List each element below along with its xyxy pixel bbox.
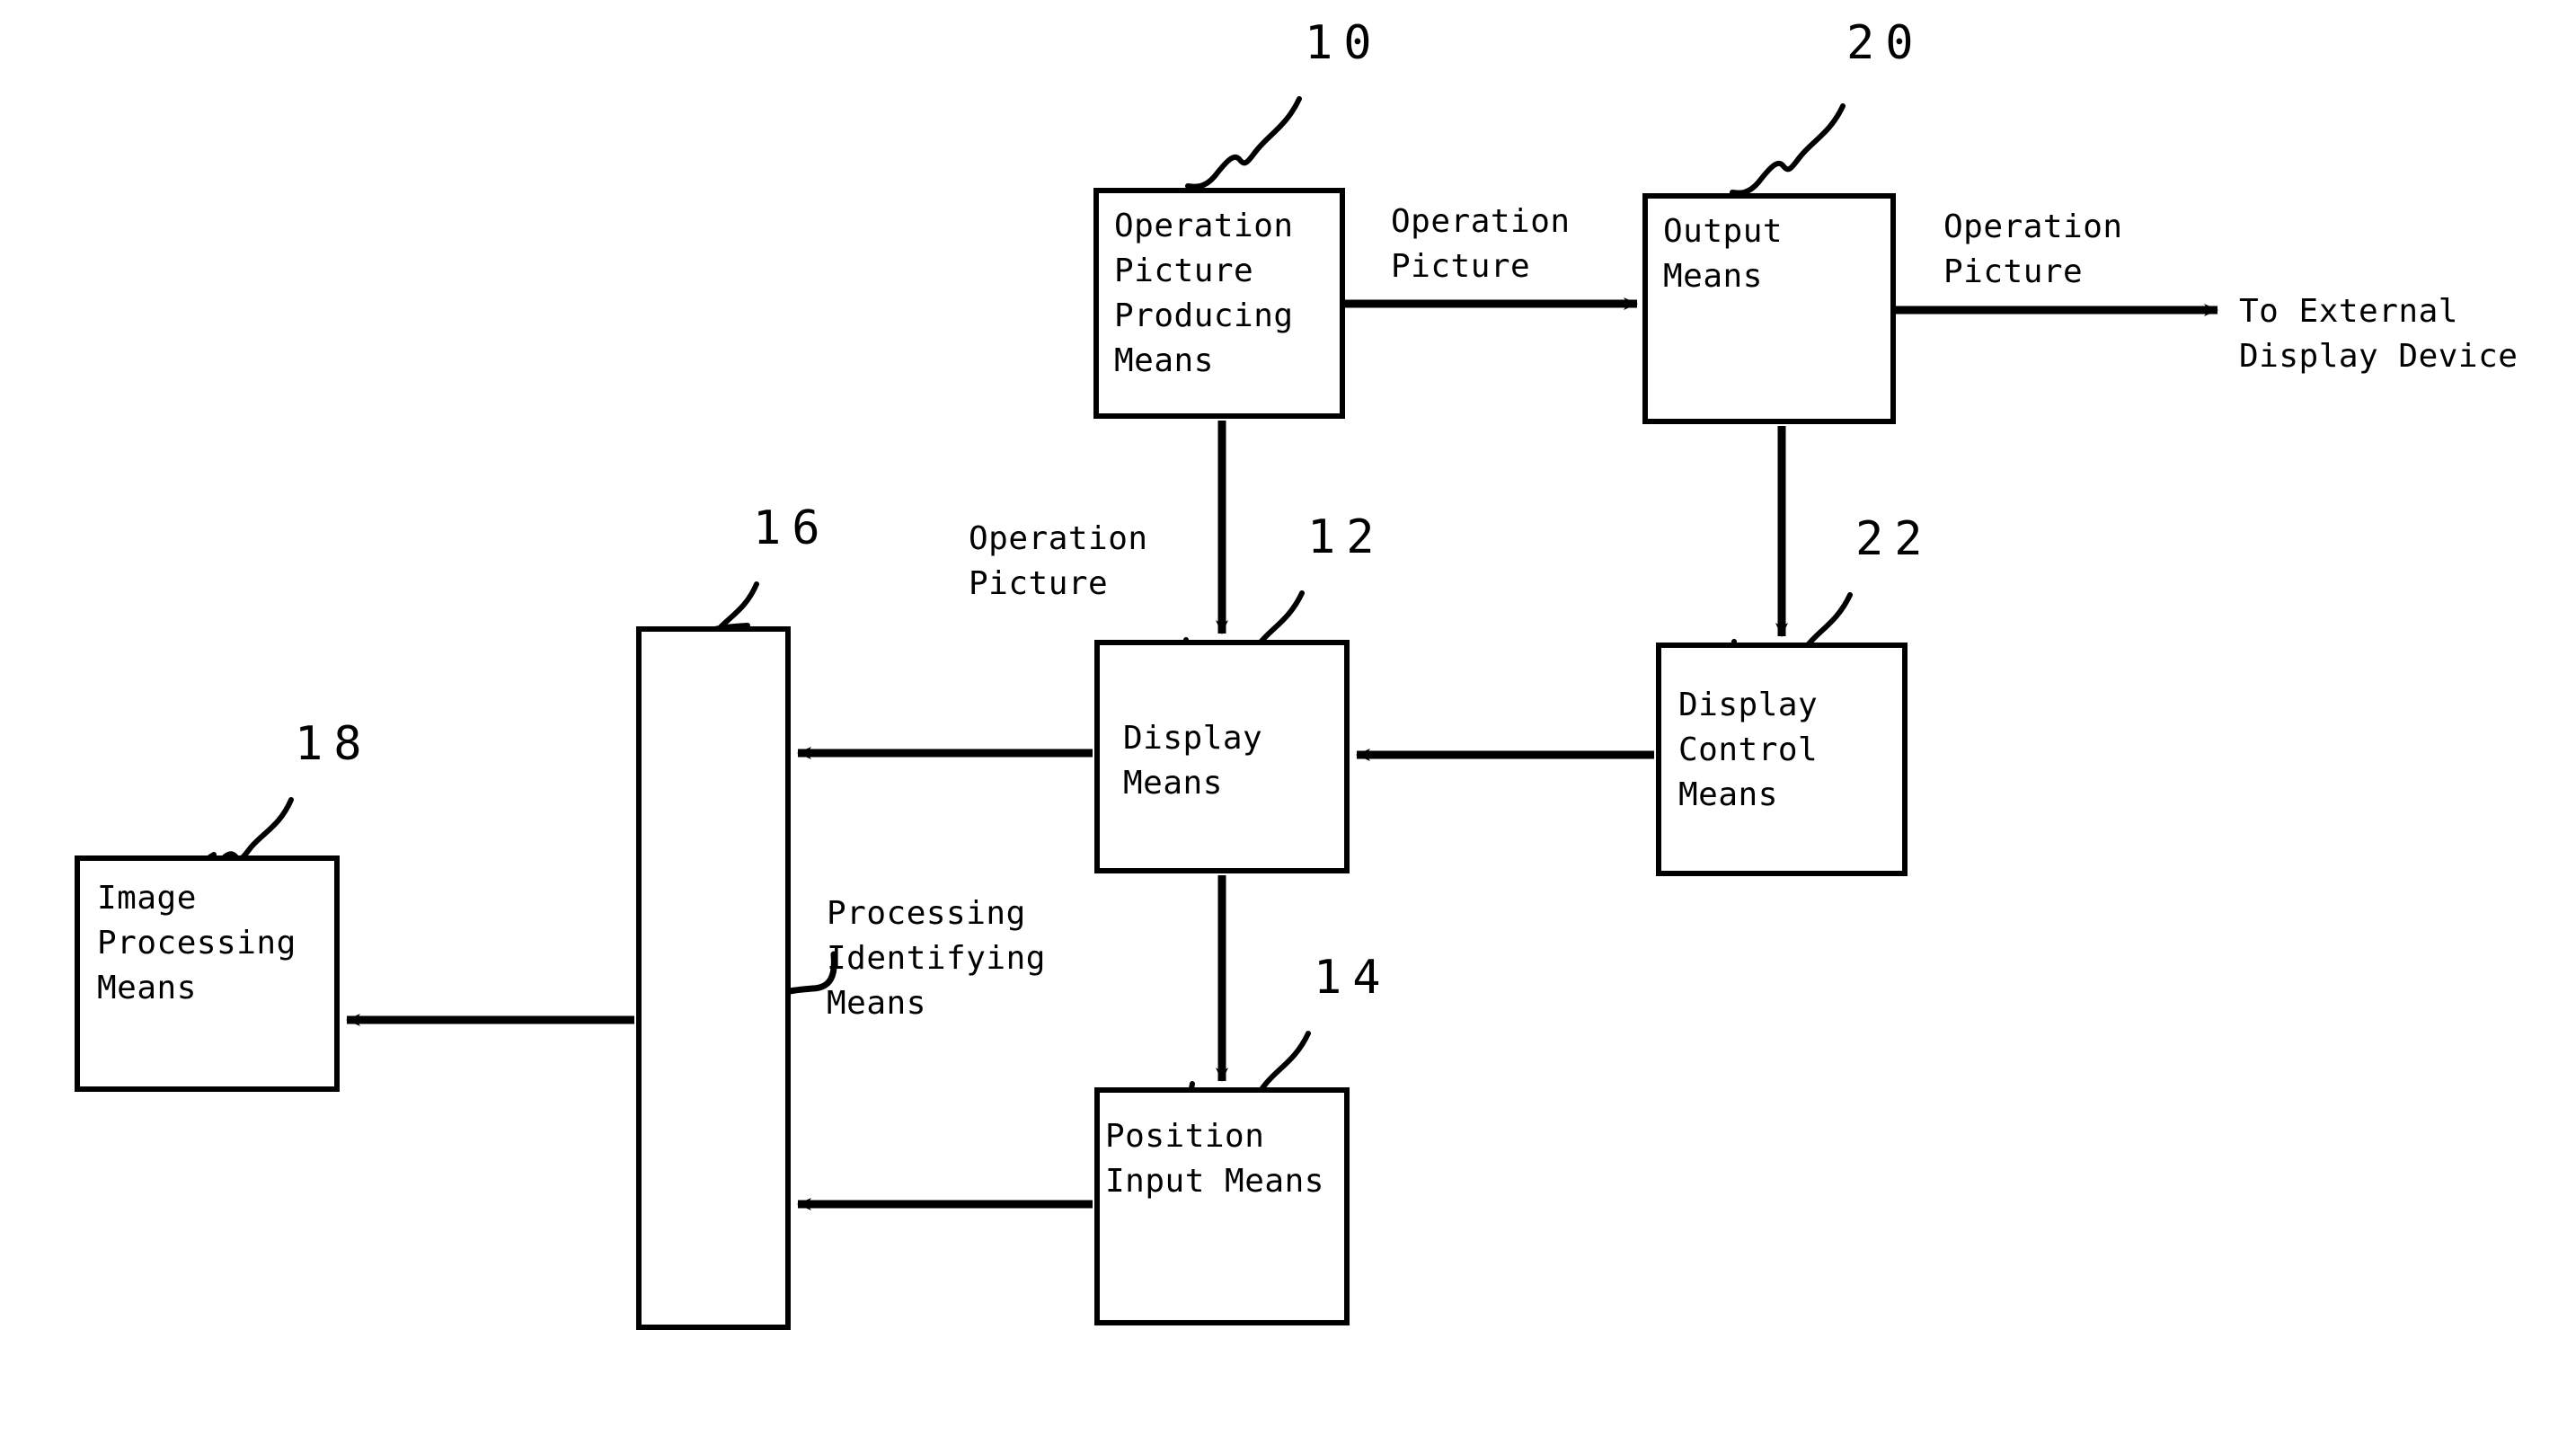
reference-numeral-12: 12 xyxy=(1307,510,1385,564)
reference-numeral-16: 16 xyxy=(753,501,831,555)
block-label-operation-picture-producing-means: Operation Picture Producing Means xyxy=(1114,208,1294,379)
block-label-display-means: Display Means xyxy=(1123,720,1263,802)
block-label-output-means: Output Means xyxy=(1663,213,1784,295)
reference-numeral-14: 14 xyxy=(1314,951,1392,1005)
block-label-position-input-means: Position Input Means xyxy=(1105,1118,1324,1200)
reference-numeral-10: 10 xyxy=(1305,16,1383,70)
edge-label-operation-picture-right: Operation Picture xyxy=(1943,208,2123,290)
reference-numeral-20: 20 xyxy=(1846,16,1925,70)
leader-line-10 xyxy=(1185,96,1302,190)
edge-label-operation-picture-top: Operation Picture xyxy=(1391,203,1571,285)
reference-numeral-22: 22 xyxy=(1855,512,1934,566)
external-display-device-label: To External Display Device xyxy=(2239,293,2518,375)
block-processing-identifying-means xyxy=(636,626,791,1330)
leader-line-20 xyxy=(1730,103,1846,196)
figure-canvas: Operation Picture Producing Means Output… xyxy=(0,0,2576,1436)
edge-label-operation-picture-mid: Operation Picture xyxy=(969,520,1148,602)
block-label-image-processing-means: Image Processing Means xyxy=(97,880,297,1006)
processing-identifying-means-label: Processing Identifying Means xyxy=(827,895,1046,1022)
reference-numeral-18: 18 xyxy=(295,717,373,771)
block-label-display-control-means: Display Control Means xyxy=(1678,687,1819,813)
